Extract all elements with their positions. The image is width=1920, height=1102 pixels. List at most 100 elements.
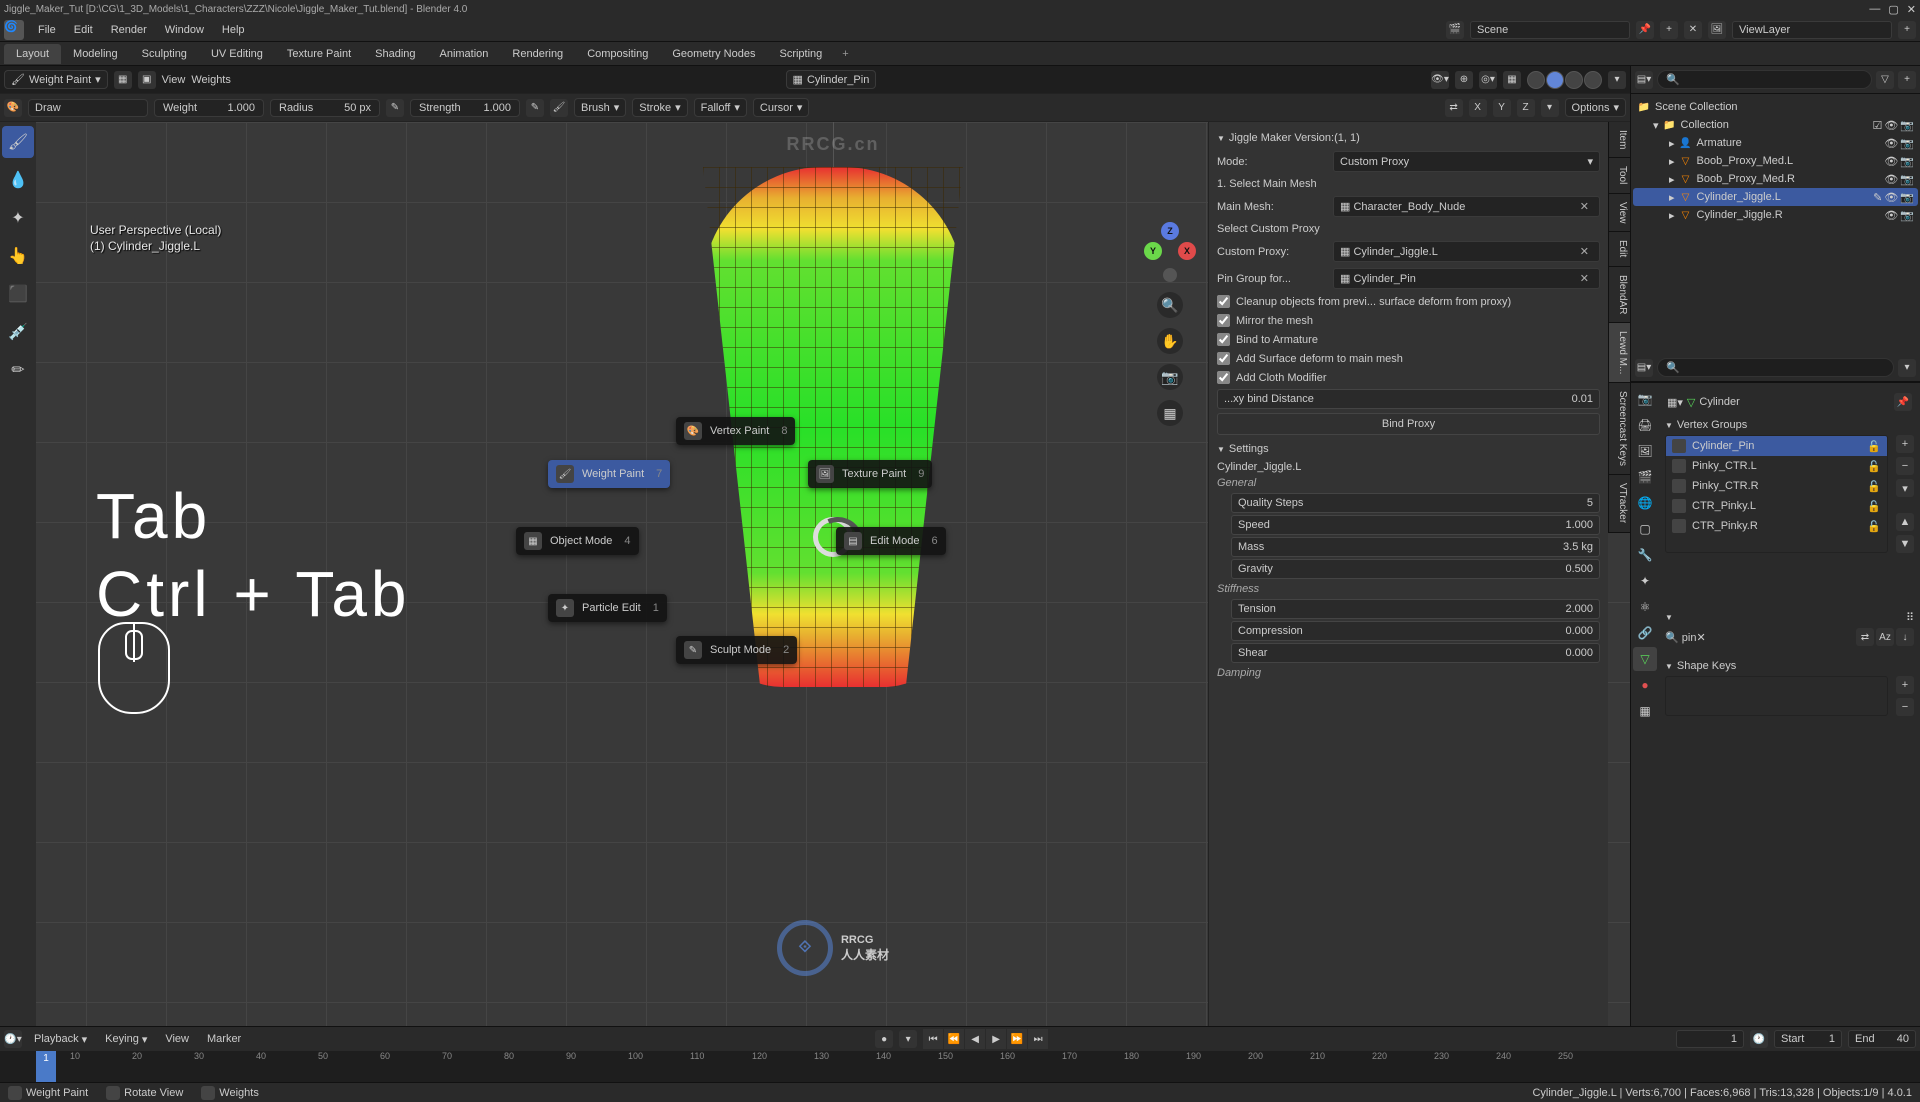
- camera-icon[interactable]: 📷: [1900, 119, 1914, 132]
- gravity-field[interactable]: Gravity0.500: [1231, 559, 1600, 579]
- new-viewlayer-icon[interactable]: +: [1898, 21, 1916, 39]
- axis-z[interactable]: Z: [1161, 222, 1179, 240]
- filter-invert-icon[interactable]: ⇄: [1856, 628, 1874, 646]
- outliner-filter-icon[interactable]: ▽: [1876, 71, 1894, 89]
- tl-view[interactable]: View: [159, 1031, 195, 1047]
- ptab-object[interactable]: ▢: [1633, 517, 1657, 541]
- bind-armature-checkbox[interactable]: [1217, 333, 1230, 346]
- tension-field[interactable]: Tension2.000: [1231, 599, 1600, 619]
- rtab-tool[interactable]: Tool: [1608, 158, 1630, 193]
- compression-field[interactable]: Compression0.000: [1231, 621, 1600, 641]
- scene-icon[interactable]: 🎬: [1446, 21, 1464, 39]
- viewlayer-field[interactable]: ViewLayer: [1732, 21, 1892, 39]
- tab-texture-paint[interactable]: Texture Paint: [275, 44, 363, 64]
- stroke-dropdown[interactable]: Stroke▾: [632, 98, 687, 117]
- menu-edit[interactable]: Edit: [66, 21, 101, 39]
- jiggle-panel-header[interactable]: ▼Jiggle Maker Version:(1, 1): [1217, 128, 1600, 148]
- menu-render[interactable]: Render: [103, 21, 155, 39]
- pie-sculpt-mode[interactable]: ✎Sculpt Mode2: [676, 636, 797, 664]
- tl-keying[interactable]: Keying▾: [99, 1031, 153, 1048]
- tab-scripting[interactable]: Scripting: [767, 44, 834, 64]
- clear-mainmesh-icon[interactable]: ✕: [1576, 200, 1593, 213]
- ptab-material[interactable]: ●: [1633, 673, 1657, 697]
- eye-icon[interactable]: 👁: [1884, 119, 1898, 132]
- vg-pinky-ctr-l[interactable]: Pinky_CTR.L🔓: [1666, 456, 1887, 476]
- strength-field[interactable]: Strength1.000: [410, 99, 520, 117]
- ptab-viewlayer[interactable]: 🖼: [1633, 439, 1657, 463]
- ptab-physics[interactable]: ⚛: [1633, 595, 1657, 619]
- xray-toggle[interactable]: ▦: [1503, 71, 1521, 89]
- viewport-menu-weights[interactable]: Weights: [191, 74, 231, 86]
- axis-y[interactable]: Y: [1144, 242, 1162, 260]
- clear-pin-icon[interactable]: ✕: [1576, 272, 1593, 285]
- tab-layout[interactable]: Layout: [4, 44, 61, 64]
- vg-down-button[interactable]: ▼: [1896, 535, 1914, 553]
- viewport-menu-view[interactable]: View: [162, 74, 186, 86]
- add-sk-button[interactable]: +: [1896, 676, 1914, 694]
- mirror-z[interactable]: Z: [1517, 99, 1535, 117]
- new-collection-icon[interactable]: +: [1898, 71, 1916, 89]
- axis-x[interactable]: X: [1178, 242, 1196, 260]
- mainmesh-field[interactable]: ▦ Character_Body_Nude✕: [1333, 196, 1600, 217]
- vp-button-1[interactable]: ▦: [114, 71, 132, 89]
- tab-animation[interactable]: Animation: [428, 44, 501, 64]
- timeline-type-dropdown[interactable]: 🕐▾: [4, 1030, 22, 1048]
- mode-dropdown[interactable]: 🖌 Weight Paint▾: [4, 70, 108, 89]
- jump-start-button[interactable]: ⏮: [923, 1029, 943, 1049]
- outliner-cylinder-jiggle-r[interactable]: ▸▽Cylinder_Jiggle.R👁📷: [1633, 206, 1918, 224]
- current-frame-field[interactable]: 1: [1676, 1030, 1744, 1048]
- playhead[interactable]: 1: [36, 1051, 56, 1082]
- menu-file[interactable]: File: [30, 21, 64, 39]
- vg-ctr-pinky-l[interactable]: CTR_Pinky.L🔓: [1666, 496, 1887, 516]
- props-type-dropdown[interactable]: ▤▾: [1635, 359, 1653, 377]
- end-frame-field[interactable]: End40: [1848, 1030, 1916, 1048]
- ptab-particles[interactable]: ✦: [1633, 569, 1657, 593]
- minimize-button[interactable]: —: [1869, 3, 1880, 16]
- pie-particle-edit[interactable]: ✦Particle Edit1: [548, 594, 667, 622]
- ptab-output[interactable]: 🖨: [1633, 413, 1657, 437]
- clear-filter-icon[interactable]: ✕: [1696, 632, 1705, 644]
- shape-keys-list[interactable]: [1665, 676, 1888, 716]
- rtab-lewd[interactable]: Lewd M...: [1608, 323, 1630, 383]
- delete-scene-icon[interactable]: ✕: [1684, 21, 1702, 39]
- orbit-gizmo[interactable]: Z Y X: [1140, 222, 1200, 282]
- pin-scene-icon[interactable]: 📌: [1636, 21, 1654, 39]
- tab-rendering[interactable]: Rendering: [500, 44, 575, 64]
- brush-tool-field[interactable]: Draw: [28, 99, 148, 117]
- outliner-boob-proxy-l[interactable]: ▸▽Boob_Proxy_Med.L👁📷: [1633, 152, 1918, 170]
- tl-playback[interactable]: Playback▾: [28, 1031, 93, 1048]
- quality-steps-field[interactable]: Quality Steps5: [1231, 493, 1600, 513]
- rtab-vtracker[interactable]: VTracker: [1608, 475, 1630, 532]
- vg-menu-button[interactable]: ▾: [1896, 479, 1914, 497]
- options-dropdown[interactable]: Options▾: [1565, 98, 1626, 117]
- outliner-collection[interactable]: ▾📁Collection☑👁📷: [1633, 116, 1918, 134]
- jump-end-button[interactable]: ⏭: [1028, 1029, 1048, 1049]
- menu-help[interactable]: Help: [214, 21, 253, 39]
- zoom-gizmo-icon[interactable]: 🔍: [1157, 292, 1183, 318]
- lock-icon[interactable]: 🔓: [1867, 440, 1881, 453]
- maximize-button[interactable]: ▢: [1888, 3, 1898, 16]
- weight-field[interactable]: Weight1.000: [154, 99, 264, 117]
- tab-shading[interactable]: Shading: [363, 44, 427, 64]
- average-tool[interactable]: ✦: [2, 202, 34, 234]
- auto-key-dropdown[interactable]: ▾: [899, 1030, 917, 1048]
- ptab-texture[interactable]: ▦: [1633, 699, 1657, 723]
- mirror-x[interactable]: X: [1469, 99, 1487, 117]
- annotate-tool[interactable]: ✏: [2, 354, 34, 386]
- mirror-icon[interactable]: ⇄: [1445, 99, 1463, 117]
- outliner-cylinder-jiggle-l[interactable]: ▸▽Cylinder_Jiggle.L✎👁📷: [1633, 188, 1918, 206]
- vg-pinky-ctr-r[interactable]: Pinky_CTR.R🔓: [1666, 476, 1887, 496]
- close-button[interactable]: ✕: [1907, 3, 1916, 16]
- tl-marker[interactable]: Marker: [201, 1031, 247, 1047]
- gizmo-toggle[interactable]: ⊕: [1455, 71, 1473, 89]
- props-search[interactable]: 🔍: [1657, 358, 1894, 377]
- mirror-checkbox[interactable]: [1217, 314, 1230, 327]
- radius-field[interactable]: Radius50 px: [270, 99, 380, 117]
- ptab-constraints[interactable]: 🔗: [1633, 621, 1657, 645]
- sample-tool[interactable]: 💉: [2, 316, 34, 348]
- rtab-item[interactable]: Item: [1608, 122, 1630, 158]
- viewport-3d[interactable]: User Perspective (Local) (1) Cylinder_Ji…: [36, 122, 1630, 1026]
- rtab-edit[interactable]: Edit: [1608, 232, 1630, 266]
- play-button[interactable]: ▶: [986, 1029, 1006, 1049]
- pan-gizmo-icon[interactable]: ✋: [1157, 328, 1183, 354]
